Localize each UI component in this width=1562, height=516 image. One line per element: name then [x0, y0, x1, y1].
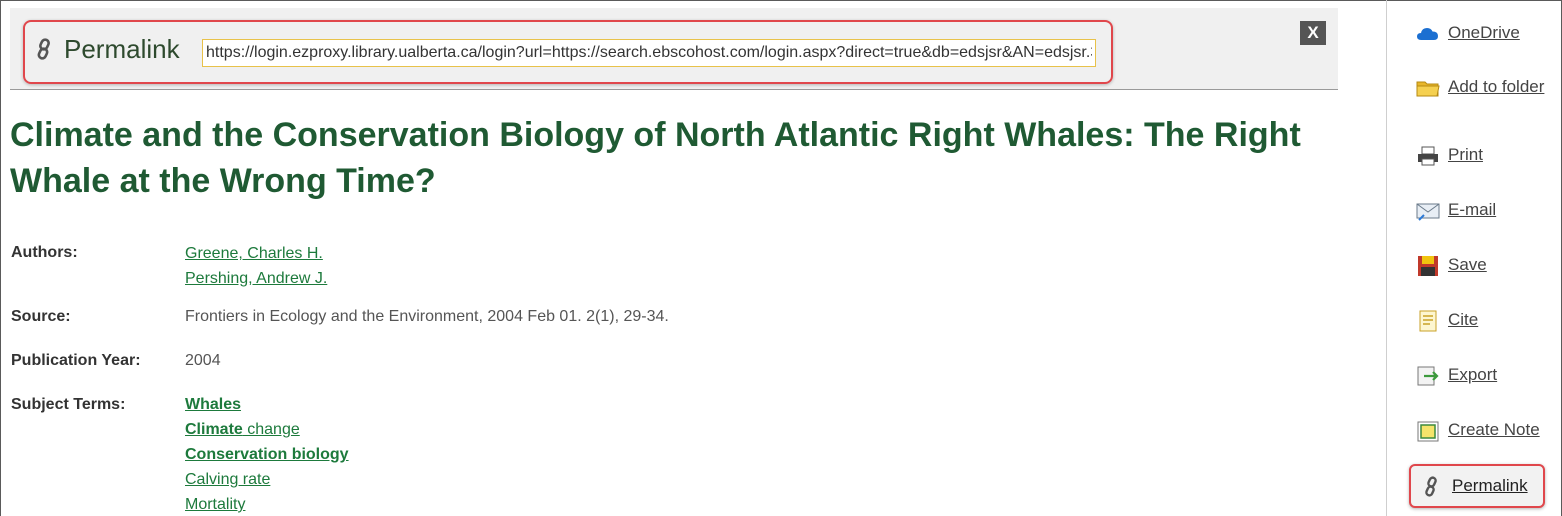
tool-label: Permalink — [1452, 476, 1528, 495]
tool-print[interactable]: Print — [1416, 145, 1548, 167]
tool-label: E-mail — [1448, 200, 1497, 219]
tool-label: Export — [1448, 365, 1498, 384]
author-link[interactable]: Greene, Charles H. — [185, 241, 327, 266]
email-icon — [1416, 203, 1440, 221]
authors-label: Authors: — [11, 244, 78, 261]
author-link[interactable]: Pershing, Andrew J. — [185, 266, 327, 291]
tool-label: Add to folder — [1448, 77, 1545, 96]
tool-label: OneDrive — [1448, 23, 1520, 42]
subject-term-link[interactable]: Mortality — [185, 492, 349, 516]
subject-term-link[interactable]: Climate change — [185, 417, 349, 442]
publication-year-label: Publication Year: — [11, 352, 141, 369]
export-icon — [1417, 366, 1439, 386]
link-icon — [37, 38, 50, 60]
cite-icon — [1419, 310, 1437, 332]
tool-permalink[interactable]: Permalink — [1420, 476, 1552, 498]
printer-icon — [1418, 146, 1438, 166]
publication-year-value: 2004 — [185, 352, 221, 369]
tool-add-to-folder[interactable]: Add to folder — [1416, 77, 1548, 99]
tool-create-note[interactable]: Create Note — [1416, 420, 1548, 442]
source-label: Source: — [11, 308, 71, 325]
authors-list: Greene, Charles H. Pershing, Andrew J. — [185, 241, 327, 291]
subject-term-link[interactable]: Whales — [185, 392, 349, 417]
tool-export[interactable]: Export — [1416, 365, 1548, 387]
subject-term-link[interactable]: Conservation biology — [185, 442, 349, 467]
save-icon — [1418, 256, 1438, 276]
folder-icon — [1416, 81, 1440, 97]
tool-label: Save — [1448, 255, 1487, 274]
permalink-title: Permalink — [64, 34, 180, 64]
tool-label: Cite — [1448, 310, 1479, 329]
tool-cite[interactable]: Cite — [1416, 310, 1548, 332]
subject-terms-label: Subject Terms: — [11, 396, 126, 413]
subject-term-link[interactable]: Calving rate — [185, 467, 349, 492]
tool-label: Create Note — [1448, 420, 1540, 439]
tool-email[interactable]: E-mail — [1416, 200, 1548, 222]
source-value: Frontiers in Ecology and the Environment… — [185, 308, 669, 325]
link-icon — [1425, 476, 1437, 497]
permalink-url-input[interactable] — [202, 39, 1096, 67]
note-icon — [1417, 421, 1439, 442]
onedrive-icon — [1417, 28, 1438, 40]
record-title: Climate and the Conservation Biology of … — [10, 116, 1301, 200]
permalink-panel: Permalink X — [10, 8, 1338, 90]
tool-onedrive[interactable]: OneDrive — [1416, 23, 1548, 45]
tool-label: Print — [1448, 145, 1483, 164]
subject-terms-list: Whales Climate change Conservation biolo… — [185, 392, 349, 516]
close-button[interactable]: X — [1300, 21, 1326, 45]
tool-save[interactable]: Save — [1416, 255, 1548, 277]
